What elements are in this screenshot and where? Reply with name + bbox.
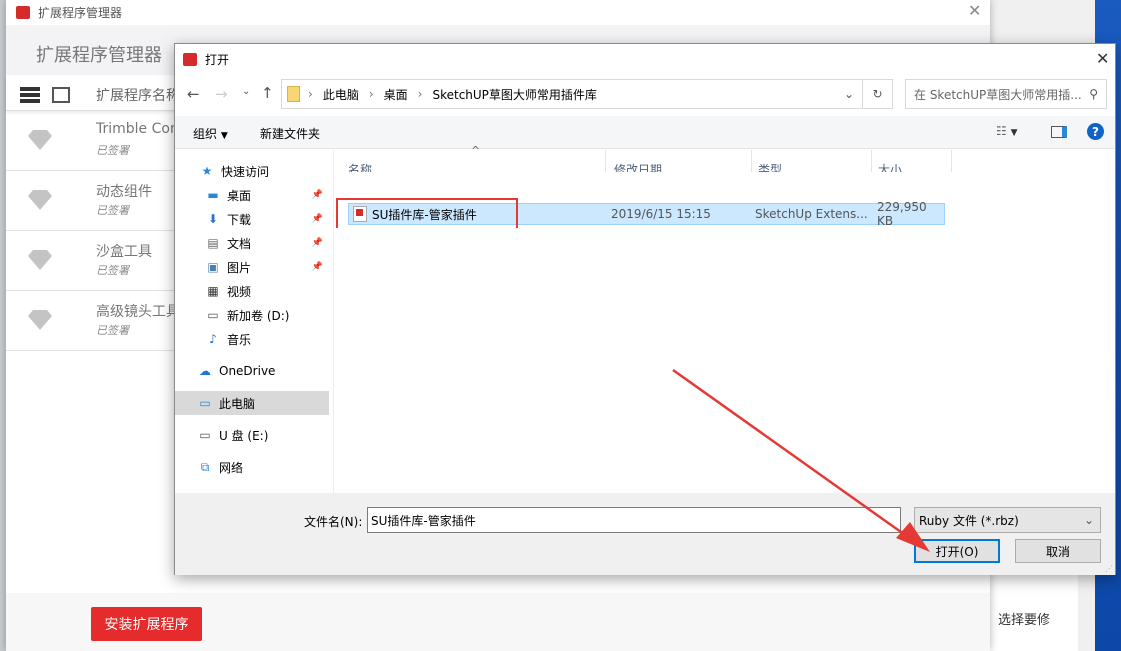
arrow-head (896, 522, 930, 552)
arrow-line (672, 368, 916, 544)
annotation-arrow (672, 368, 930, 552)
